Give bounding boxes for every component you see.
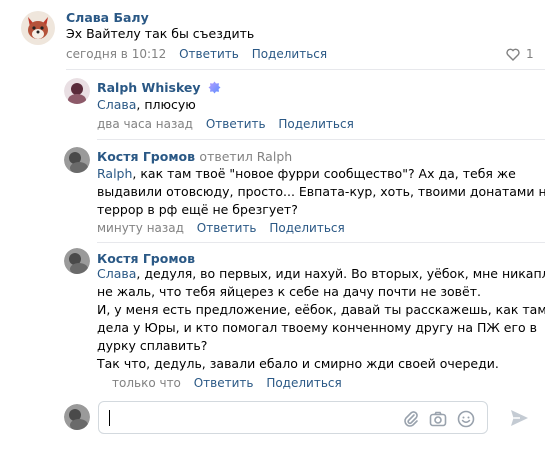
composer-avatar [64,404,90,430]
share-button[interactable]: Поделиться [269,221,344,235]
comment-body: , плюсую [136,97,196,112]
share-button[interactable]: Поделиться [278,117,353,131]
paperclip-icon[interactable] [401,409,421,429]
reply-to-link[interactable]: Слава [97,266,136,281]
comment-author[interactable]: Костя Громов [97,251,195,266]
avatar[interactable] [64,78,90,104]
comment-text: Эх Вайтелу так бы съездить [66,26,255,41]
comment-input[interactable] [98,401,488,434]
comment-line: Так что, дедуль, завали ебало и смирно ж… [97,356,499,371]
heart-icon [506,48,520,61]
share-button[interactable]: Поделиться [252,47,327,61]
emoji-icon[interactable] [456,409,476,429]
verified-badge-icon [208,81,221,94]
send-icon[interactable] [508,407,530,429]
reply-button[interactable]: Ответить [206,117,266,131]
comment-line: выдавили отовсюду, просто... Евпата-кур,… [97,184,545,199]
comment-line: Слава, дедуля, во первых, иди нахуй. Во … [97,266,545,281]
comment-line: дела у Юры, и кто помогал твоему конченн… [97,320,538,335]
author-name[interactable]: Ralph Whiskey [97,80,201,95]
avatar[interactable] [64,248,90,274]
divider [66,69,545,70]
divider [97,139,545,140]
comment-time[interactable]: два часа назад [97,117,193,131]
author-name[interactable]: Костя Громов [97,149,195,164]
comment-author[interactable]: Слава Балу [66,10,149,25]
reply-to-link[interactable]: Ralph [97,166,132,181]
avatar[interactable] [21,11,55,45]
comment-line: Ralph, как там твоё "новое фурри сообщес… [97,166,516,181]
reply-button[interactable]: Ответить [194,376,254,390]
comment-meta: только что Ответить Поделиться [112,376,351,390]
comment-text: Слава, дедуля, во первых, иди нахуй. Во … [97,265,545,373]
comment-author[interactable]: Костя Громов ответил Ralph [97,149,292,164]
comment-line: не жаль, что тебя яйцерез к себе на дачу… [97,284,481,299]
comment-author[interactable]: Ralph Whiskey [97,80,221,95]
avatar[interactable] [64,147,90,173]
like-button[interactable]: 1 [506,47,534,61]
like-count: 1 [526,47,534,61]
camera-icon[interactable] [428,409,448,429]
reply-button[interactable]: Ответить [197,221,257,235]
comment-meta: минуту назад Ответить Поделиться [97,221,354,235]
comment-meta: два часа назад Ответить Поделиться [97,117,363,131]
reply-to-link[interactable]: Слава [97,97,136,112]
reply-context: ответил Ralph [199,149,293,164]
text-caret [109,410,110,426]
comment-meta: сегодня в 10:12 Ответить Поделиться [66,47,336,61]
comment-time[interactable]: минуту назад [97,221,184,235]
share-button[interactable]: Поделиться [266,376,341,390]
comment-line: дурку сплавить? [97,338,208,353]
comment-line: террор в рф ещё не брезгует? [97,202,298,217]
comment-time[interactable]: сегодня в 10:12 [66,47,166,61]
comment-text: Ralph, как там твоё "новое фурри сообщес… [97,165,545,219]
comment-time[interactable]: только что [112,376,181,390]
comment-text: Слава, плюсую [97,96,196,114]
reply-button[interactable]: Ответить [179,47,239,61]
divider [97,242,545,243]
comment-line: И, у меня есть предложение, еёбок, давай… [97,302,545,317]
